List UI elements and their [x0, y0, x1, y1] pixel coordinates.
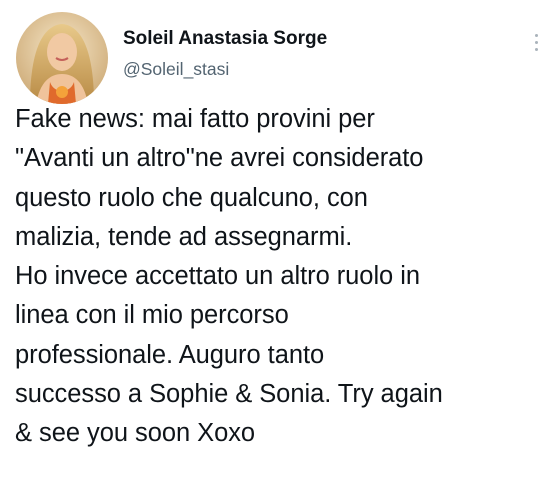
tweet-text-line: Ho invece accettato un altro ruolo in	[15, 262, 420, 291]
tweet-card: Soleil Anastasia Sorge @Soleil_stasi Fak…	[0, 0, 560, 482]
more-dot	[534, 40, 538, 44]
tweet-text-line: successo a Sophie & Sonia. Try again	[15, 380, 443, 409]
author-avatar[interactable]	[16, 12, 108, 104]
more-dot	[534, 47, 538, 51]
tweet-text-line: "Avanti un altro"ne avrei considerato	[15, 144, 424, 173]
tweet-text-line: & see you soon Xoxo	[15, 419, 256, 448]
avatar-image	[16, 12, 108, 104]
tweet-text-line: professionale. Auguro tanto	[15, 340, 325, 369]
tweet-text-line: malizia, tende ad assegnarmi.	[15, 222, 353, 251]
tweet-text: Fake news: mai fatto provini per "Avanti…	[15, 100, 555, 454]
more-dot	[534, 33, 538, 37]
tweet-text-line: Fake news: mai fatto provini per	[15, 105, 375, 133]
author-display-name[interactable]: Soleil Anastasia Sorge	[123, 28, 327, 50]
author-handle[interactable]: @Soleil_stasi	[123, 59, 229, 80]
tweet-text-line: questo ruolo che qualcuno, con	[15, 183, 368, 212]
more-vertical-icon[interactable]	[526, 27, 546, 57]
tweet-text-line: linea con il mio percorso	[15, 301, 289, 330]
